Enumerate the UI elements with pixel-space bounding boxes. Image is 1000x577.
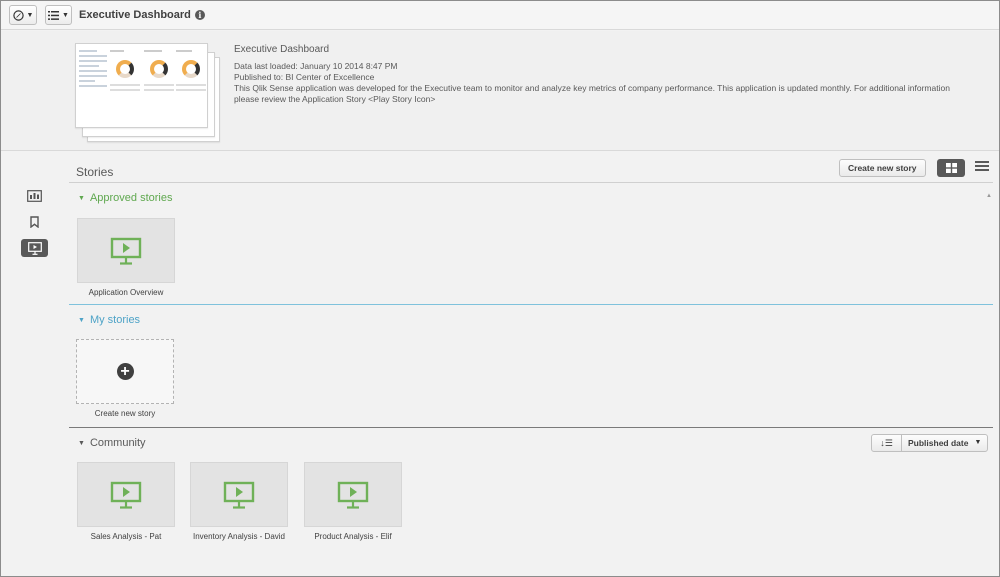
story-play-icon bbox=[110, 481, 142, 509]
divider bbox=[69, 304, 993, 305]
my-stories-label: My stories bbox=[89, 314, 141, 326]
list-view-button[interactable] bbox=[975, 161, 989, 175]
story-title: Product Analysis - Elif bbox=[314, 532, 392, 541]
stories-panel: Stories Create new story ▼ Approved stor… bbox=[69, 151, 993, 576]
approved-stories-label: Approved stories bbox=[89, 192, 173, 204]
last-loaded: Data last loaded: January 10 2014 8:47 P… bbox=[234, 61, 398, 71]
sheets-icon bbox=[27, 190, 42, 202]
navigation-button[interactable]: ▼ bbox=[9, 5, 37, 25]
story-title: Application Overview bbox=[88, 288, 164, 297]
story-card[interactable]: Application Overview bbox=[77, 218, 175, 297]
compass-icon bbox=[12, 9, 24, 21]
app-title: Executive Dashboard i bbox=[79, 9, 205, 21]
story-play-icon bbox=[110, 237, 142, 265]
chevron-down-icon: ▼ bbox=[974, 439, 982, 446]
collapse-triangle-icon: ▼ bbox=[78, 316, 85, 324]
asset-panel-tabs bbox=[21, 187, 49, 265]
bookmark-icon bbox=[30, 216, 39, 228]
description-text: This Qlik Sense application was develope… bbox=[234, 83, 950, 104]
story-thumbnail bbox=[77, 218, 175, 283]
list-view-icon bbox=[975, 161, 989, 171]
app-title-text: Executive Dashboard bbox=[79, 9, 191, 21]
community-header[interactable]: ▼ Community bbox=[78, 437, 146, 449]
app-name: Executive Dashboard bbox=[234, 44, 330, 55]
create-new-story-button[interactable]: Create new story bbox=[839, 159, 926, 177]
toolbar: ▼ ▼ Executive Dashboard i bbox=[1, 1, 999, 30]
sort-desc-icon[interactable]: ↓☰ bbox=[872, 435, 902, 451]
grid-view-icon bbox=[945, 163, 957, 173]
add-icon: + bbox=[116, 363, 134, 380]
grid-view-button[interactable] bbox=[937, 159, 965, 177]
collapse-triangle-icon: ▼ bbox=[78, 439, 85, 447]
create-story-card[interactable]: + Create new story bbox=[76, 339, 174, 418]
story-card[interactable]: Product Analysis - Elif bbox=[304, 462, 402, 541]
story-thumbnail bbox=[190, 462, 288, 527]
story-play-icon bbox=[223, 481, 255, 509]
story-title: Inventory Analysis - David bbox=[192, 532, 286, 541]
list-icon bbox=[48, 10, 60, 20]
sheets-tab[interactable] bbox=[21, 187, 48, 205]
stories-icon bbox=[27, 241, 42, 255]
scroll-up-icon[interactable]: ▲ bbox=[986, 193, 992, 199]
create-story-label: Create new story bbox=[94, 409, 156, 418]
story-thumbnail bbox=[77, 462, 175, 527]
my-stories-header[interactable]: ▼ My stories bbox=[78, 314, 140, 326]
approved-stories-header[interactable]: ▼ Approved stories bbox=[78, 192, 172, 204]
sort-control[interactable]: ↓☰ Published date ▼ bbox=[871, 434, 989, 452]
app-thumbnail bbox=[75, 43, 225, 143]
info-icon[interactable]: i bbox=[194, 10, 205, 20]
story-play-icon bbox=[337, 481, 369, 509]
divider bbox=[69, 427, 993, 428]
community-label: Community bbox=[89, 437, 146, 449]
sort-label: Published date bbox=[908, 438, 969, 448]
story-card[interactable]: Inventory Analysis - David bbox=[190, 462, 288, 541]
create-story-tile: + bbox=[76, 339, 174, 404]
sort-dropdown[interactable]: Published date ▼ bbox=[902, 435, 987, 451]
stories-heading: Stories bbox=[76, 165, 114, 179]
story-thumbnail bbox=[304, 462, 402, 527]
story-card[interactable]: Sales Analysis - Pat bbox=[77, 462, 175, 541]
chevron-down-icon: ▼ bbox=[26, 11, 34, 19]
menu-button[interactable]: ▼ bbox=[45, 5, 72, 25]
collapse-triangle-icon: ▼ bbox=[78, 194, 85, 202]
bookmarks-tab[interactable] bbox=[21, 213, 48, 231]
app-description: Executive Dashboard Data last loaded: Ja… bbox=[234, 44, 954, 105]
divider bbox=[69, 182, 993, 183]
published-to: Published to: BI Center of Excellence bbox=[234, 72, 375, 82]
story-title: Sales Analysis - Pat bbox=[90, 532, 162, 541]
app-details-header: Executive Dashboard Data last loaded: Ja… bbox=[1, 31, 999, 151]
chevron-down-icon: ▼ bbox=[62, 11, 69, 19]
stories-tab[interactable] bbox=[21, 239, 48, 257]
